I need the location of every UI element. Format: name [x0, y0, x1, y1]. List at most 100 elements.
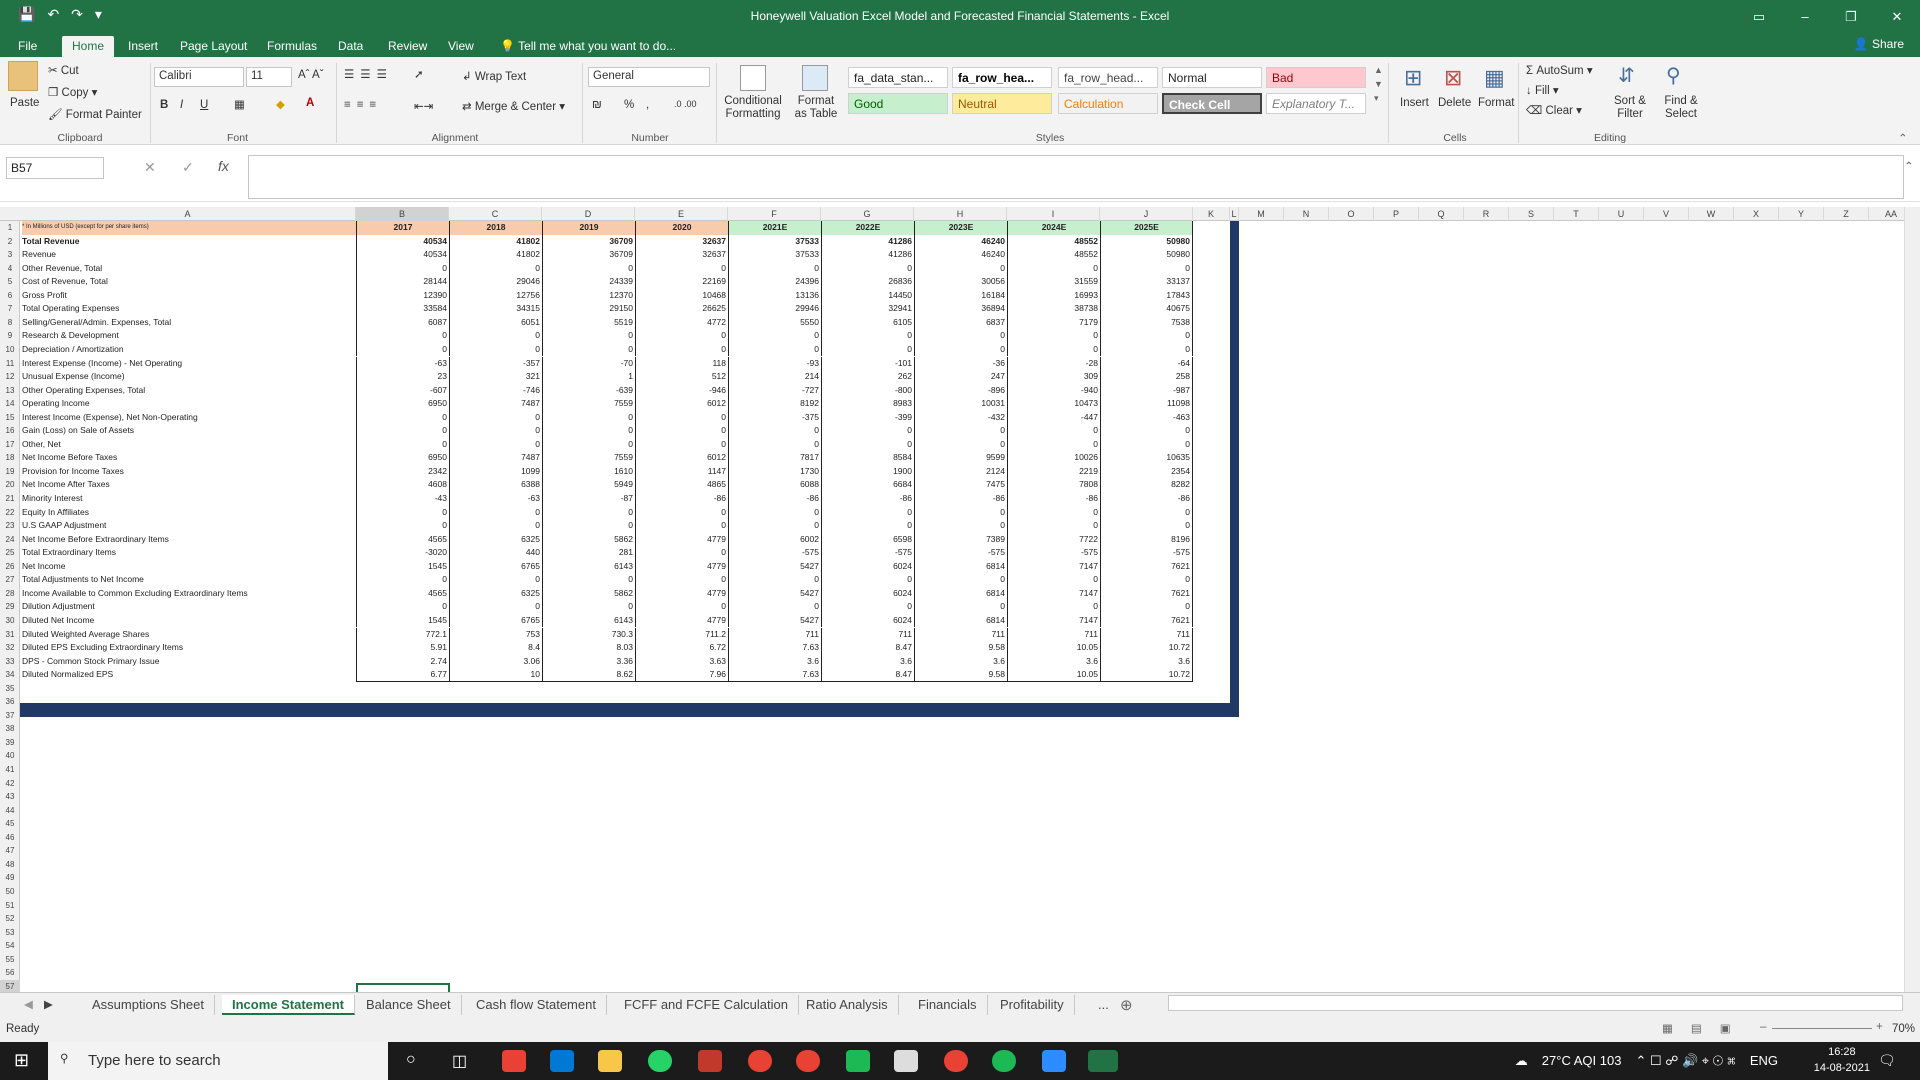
- paste-icon[interactable]: [8, 61, 38, 91]
- font-size-select[interactable]: 11: [246, 67, 292, 87]
- value-cell[interactable]: -399: [821, 410, 914, 425]
- value-cell[interactable]: 0: [449, 437, 542, 452]
- value-cell[interactable]: 0: [542, 437, 635, 452]
- find-select-button[interactable]: Find & Select: [1656, 95, 1706, 121]
- row-header[interactable]: 42: [0, 777, 20, 791]
- value-cell[interactable]: 247: [914, 370, 1007, 384]
- value-cell[interactable]: 0: [449, 600, 542, 614]
- number-format-select[interactable]: General: [588, 67, 710, 87]
- tab-data[interactable]: Data: [328, 36, 373, 57]
- row-header[interactable]: 22: [0, 506, 20, 520]
- year-header[interactable]: 2025E: [1100, 221, 1193, 235]
- value-cell[interactable]: 3.36: [542, 654, 635, 669]
- row-header[interactable]: 8: [0, 316, 20, 330]
- tab-page-layout[interactable]: Page Layout: [170, 36, 257, 57]
- row-label[interactable]: Cost of Revenue, Total: [22, 275, 356, 289]
- value-cell[interactable]: 6950: [356, 397, 449, 411]
- value-cell[interactable]: 0: [542, 424, 635, 438]
- value-cell[interactable]: 0: [728, 261, 821, 276]
- value-cell[interactable]: 8196: [1100, 532, 1193, 547]
- column-header[interactable]: K: [1193, 207, 1230, 221]
- value-cell[interactable]: 0: [449, 342, 542, 357]
- value-cell[interactable]: 41286: [821, 248, 914, 262]
- value-cell[interactable]: 3.6: [728, 654, 821, 669]
- value-cell[interactable]: 10: [449, 668, 542, 682]
- zoom-slider[interactable]: [1772, 1028, 1872, 1029]
- row-label[interactable]: Revenue: [22, 248, 356, 262]
- value-cell[interactable]: 33137: [1100, 275, 1193, 289]
- value-cell[interactable]: 48552: [1007, 248, 1100, 262]
- value-cell[interactable]: 7.96: [635, 668, 728, 682]
- row-label[interactable]: Net Income: [22, 560, 356, 574]
- row-header[interactable]: 44: [0, 804, 20, 818]
- row-header[interactable]: 36: [0, 695, 20, 709]
- value-cell[interactable]: 0: [356, 342, 449, 357]
- value-cell[interactable]: 0: [356, 410, 449, 425]
- value-cell[interactable]: 3.63: [635, 654, 728, 669]
- value-cell[interactable]: 0: [542, 573, 635, 587]
- row-header[interactable]: 2: [0, 235, 20, 249]
- value-cell[interactable]: 0: [914, 519, 1007, 533]
- row-header[interactable]: 10: [0, 343, 20, 357]
- value-cell[interactable]: 7475: [914, 478, 1007, 492]
- ribbon-display-options-icon[interactable]: ▭: [1736, 0, 1782, 33]
- row-header[interactable]: 4: [0, 262, 20, 276]
- value-cell[interactable]: 12370: [542, 288, 635, 303]
- value-cell[interactable]: 0: [1100, 437, 1193, 452]
- value-cell[interactable]: -86: [728, 492, 821, 506]
- value-cell[interactable]: 0: [1100, 505, 1193, 520]
- value-cell[interactable]: 12390: [356, 288, 449, 303]
- prev-sheet-icon[interactable]: ◀: [24, 997, 33, 1011]
- value-cell[interactable]: 0: [635, 437, 728, 452]
- value-cell[interactable]: 38738: [1007, 302, 1100, 316]
- value-cell[interactable]: 0: [914, 329, 1007, 343]
- value-cell[interactable]: 31559: [1007, 275, 1100, 289]
- zoom-level[interactable]: 70%: [1892, 1023, 1915, 1035]
- mail-icon[interactable]: [550, 1050, 574, 1072]
- row-label[interactable]: DPS - Common Stock Primary Issue: [22, 655, 356, 669]
- row-header[interactable]: 47: [0, 844, 20, 858]
- value-cell[interactable]: 0: [728, 342, 821, 357]
- row-header[interactable]: 21: [0, 492, 20, 506]
- value-cell[interactable]: 7559: [542, 397, 635, 411]
- column-header[interactable]: Y: [1779, 207, 1824, 221]
- whatsapp-icon[interactable]: [648, 1050, 672, 1072]
- value-cell[interactable]: 41802: [449, 234, 542, 249]
- value-cell[interactable]: 4772: [635, 315, 728, 330]
- value-cell[interactable]: 0: [821, 600, 914, 614]
- value-cell[interactable]: 29150: [542, 302, 635, 316]
- value-cell[interactable]: -727: [728, 383, 821, 398]
- value-cell[interactable]: 1610: [542, 464, 635, 479]
- value-cell[interactable]: 3.6: [1100, 654, 1193, 669]
- value-cell[interactable]: 0: [728, 573, 821, 587]
- row-header[interactable]: 53: [0, 926, 20, 940]
- value-cell[interactable]: -800: [821, 383, 914, 398]
- sheet-tab[interactable]: Profitability: [990, 995, 1075, 1015]
- value-cell[interactable]: -64: [1100, 356, 1193, 371]
- tab-view[interactable]: View: [438, 36, 484, 57]
- row-header[interactable]: 57: [0, 979, 20, 992]
- value-cell[interactable]: 0: [1100, 329, 1193, 343]
- row-label[interactable]: Operating Income: [22, 397, 356, 411]
- row-header[interactable]: 7: [0, 302, 20, 316]
- value-cell[interactable]: 5427: [728, 586, 821, 601]
- row-header[interactable]: 52: [0, 912, 20, 926]
- value-cell[interactable]: -70: [542, 356, 635, 371]
- value-cell[interactable]: 0: [1007, 424, 1100, 438]
- file-explorer-icon[interactable]: [598, 1050, 622, 1072]
- format-cells-icon[interactable]: ▦: [1484, 65, 1505, 91]
- chrome-profile-icon[interactable]: [748, 1050, 772, 1072]
- value-cell[interactable]: 6012: [635, 397, 728, 411]
- grow-font-icon[interactable]: Aˆ Aˇ: [298, 69, 324, 81]
- column-header[interactable]: D: [542, 207, 635, 221]
- value-cell[interactable]: 7538: [1100, 315, 1193, 330]
- value-cell[interactable]: 9.58: [914, 641, 1007, 655]
- cell-style-option[interactable]: Bad: [1266, 67, 1366, 88]
- year-header[interactable]: 2017: [356, 221, 449, 235]
- value-cell[interactable]: 0: [635, 410, 728, 425]
- value-cell[interactable]: 0: [635, 342, 728, 357]
- value-cell[interactable]: 1099: [449, 464, 542, 479]
- value-cell[interactable]: 7621: [1100, 586, 1193, 601]
- cancel-icon[interactable]: ✕: [144, 159, 156, 176]
- value-cell[interactable]: 711: [1007, 627, 1100, 642]
